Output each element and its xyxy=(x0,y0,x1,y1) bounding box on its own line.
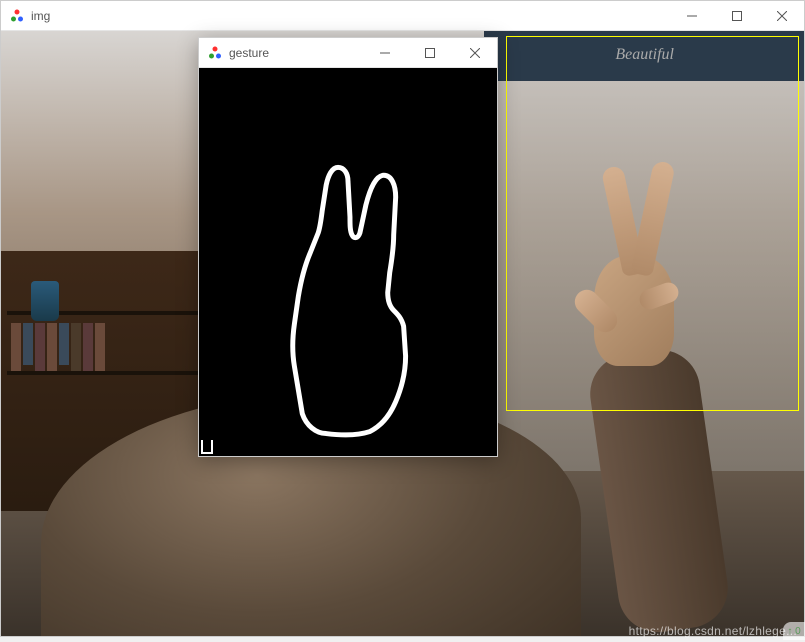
contour-marker xyxy=(201,440,213,454)
maximize-button[interactable] xyxy=(714,1,759,30)
maximize-button[interactable] xyxy=(407,38,452,67)
gesture-window: gesture xyxy=(198,37,498,457)
watermark-text: https://blog.csdn.net/lzhlege... xyxy=(629,624,797,638)
minimize-button[interactable] xyxy=(669,1,714,30)
minimize-icon xyxy=(687,11,697,21)
curtain-label: Beautiful xyxy=(615,46,674,64)
main-titlebar[interactable]: img xyxy=(1,1,804,31)
gesture-window-title: gesture xyxy=(229,46,269,60)
close-icon xyxy=(470,48,480,58)
hand-contour-outline xyxy=(199,68,497,455)
window-controls xyxy=(362,38,497,67)
main-window-title: img xyxy=(31,9,50,23)
opencv-icon xyxy=(207,45,223,61)
maximize-icon xyxy=(732,11,742,21)
minimize-button[interactable] xyxy=(362,38,407,67)
window-controls xyxy=(669,1,804,30)
close-icon xyxy=(777,11,787,21)
close-button[interactable] xyxy=(759,1,804,30)
gesture-titlebar[interactable]: gesture xyxy=(199,38,497,68)
opencv-icon xyxy=(9,8,25,24)
minimize-icon xyxy=(380,48,390,58)
blue-jar xyxy=(31,281,59,321)
gesture-binary-image xyxy=(199,68,497,456)
maximize-icon xyxy=(425,48,435,58)
corner-badge: ↑ 0 xyxy=(783,622,805,640)
close-button[interactable] xyxy=(452,38,497,67)
hand-gesture xyxy=(574,166,694,366)
